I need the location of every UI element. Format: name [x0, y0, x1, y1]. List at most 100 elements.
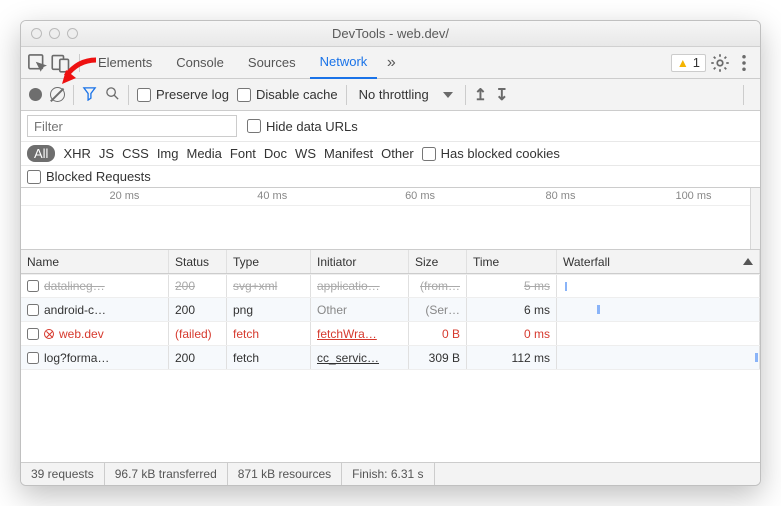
hide-data-urls-checkbox[interactable]: Hide data URLs — [247, 119, 358, 134]
disable-cache-checkbox[interactable]: Disable cache — [237, 87, 338, 102]
row-type: fetch — [227, 322, 311, 345]
search-icon[interactable] — [105, 86, 120, 104]
row-checkbox[interactable] — [27, 328, 39, 340]
row-time: 6 ms — [467, 298, 557, 321]
throttling-select[interactable]: No throttling — [355, 87, 457, 102]
disable-cache-label: Disable cache — [256, 87, 338, 102]
table-row[interactable]: datalineg… 200 svg+xml applicatio… (from… — [21, 274, 760, 298]
status-transferred: 96.7 kB transferred — [105, 463, 228, 485]
type-js[interactable]: JS — [99, 146, 114, 161]
row-waterfall — [557, 322, 760, 345]
col-size[interactable]: Size — [409, 250, 467, 273]
row-checkbox[interactable] — [27, 352, 39, 364]
row-size: 309 B — [409, 346, 467, 369]
tab-sources[interactable]: Sources — [238, 47, 306, 79]
row-initiator[interactable]: cc_servic… — [311, 346, 409, 369]
timeline-overview[interactable]: 20 ms 40 ms 60 ms 80 ms 100 ms — [21, 188, 760, 250]
table-row[interactable]: android-c… 200 png Other (Ser… 6 ms — [21, 298, 760, 322]
tab-bar: Elements Console Sources Network » ▲ 1 — [21, 47, 760, 79]
col-name[interactable]: Name — [21, 250, 169, 273]
clear-button[interactable] — [50, 87, 65, 102]
device-mode-icon[interactable] — [51, 53, 71, 73]
row-time: 112 ms — [467, 346, 557, 369]
kebab-menu-icon[interactable] — [734, 53, 754, 73]
type-xhr[interactable]: XHR — [63, 146, 90, 161]
table-row[interactable]: log?forma… 200 fetch cc_servic… 309 B 11… — [21, 346, 760, 370]
settings-icon[interactable] — [710, 53, 730, 73]
col-waterfall[interactable]: Waterfall — [557, 250, 760, 273]
timeline-tick: 20 ms — [109, 190, 139, 202]
row-size: 0 B — [409, 322, 467, 345]
status-bar: 39 requests 96.7 kB transferred 871 kB r… — [21, 463, 760, 485]
row-initiator: Other — [311, 298, 409, 321]
titlebar: DevTools - web.dev/ — [21, 21, 760, 47]
type-filter-row: All XHR JS CSS Img Media Font Doc WS Man… — [21, 142, 760, 166]
preserve-log-label: Preserve log — [156, 87, 229, 102]
type-font[interactable]: Font — [230, 146, 256, 161]
tab-elements[interactable]: Elements — [88, 47, 162, 79]
row-waterfall — [557, 298, 760, 321]
row-status: 200 — [169, 346, 227, 369]
row-type: png — [227, 298, 311, 321]
sort-asc-icon — [743, 258, 753, 265]
timeline-scroll[interactable] — [750, 188, 760, 249]
warning-icon: ▲ — [677, 56, 689, 70]
warnings-badge[interactable]: ▲ 1 — [671, 54, 706, 72]
type-other[interactable]: Other — [381, 146, 414, 161]
more-tabs-icon[interactable]: » — [381, 53, 401, 73]
has-blocked-label: Has blocked cookies — [441, 146, 560, 161]
status-resources: 871 kB resources — [228, 463, 342, 485]
col-status[interactable]: Status — [169, 250, 227, 273]
row-time: 0 ms — [467, 322, 557, 345]
type-css[interactable]: CSS — [122, 146, 149, 161]
window-title: DevTools - web.dev/ — [21, 26, 760, 41]
hide-data-urls-label: Hide data URLs — [266, 119, 358, 134]
blocked-requests-checkbox[interactable]: Blocked Requests — [27, 169, 754, 184]
type-ws[interactable]: WS — [295, 146, 316, 161]
row-size: (Ser… — [409, 298, 467, 321]
col-time[interactable]: Time — [467, 250, 557, 273]
error-icon — [44, 329, 54, 339]
record-button[interactable] — [29, 88, 42, 101]
row-checkbox[interactable] — [27, 304, 39, 316]
type-img[interactable]: Img — [157, 146, 179, 161]
col-type[interactable]: Type — [227, 250, 311, 273]
col-initiator[interactable]: Initiator — [311, 250, 409, 273]
network-toolbar: Preserve log Disable cache No throttling… — [21, 79, 760, 111]
row-waterfall — [557, 346, 760, 369]
status-finish: Finish: 6.31 s — [342, 463, 434, 485]
type-manifest[interactable]: Manifest — [324, 146, 373, 161]
status-requests: 39 requests — [21, 463, 105, 485]
chevron-down-icon — [443, 92, 453, 98]
has-blocked-cookies-checkbox[interactable]: Has blocked cookies — [422, 146, 560, 161]
row-type: fetch — [227, 346, 311, 369]
filter-row: Hide data URLs — [21, 111, 760, 142]
upload-har-icon[interactable]: ↥ — [474, 85, 487, 105]
timeline-tick: 40 ms — [257, 190, 287, 202]
row-name: web.dev — [59, 327, 104, 341]
timeline-tick: 60 ms — [405, 190, 435, 202]
filter-input[interactable] — [27, 115, 237, 137]
row-checkbox[interactable] — [27, 280, 39, 292]
row-status: (failed) — [169, 322, 227, 345]
type-all[interactable]: All — [27, 145, 55, 162]
warnings-count: 1 — [693, 55, 700, 70]
blocked-requests-label: Blocked Requests — [46, 169, 151, 184]
row-initiator[interactable]: fetchWra… — [311, 322, 409, 345]
row-status: 200 — [169, 298, 227, 321]
filter-icon[interactable] — [82, 86, 97, 104]
type-media[interactable]: Media — [186, 146, 221, 161]
table-row[interactable]: web.dev (failed) fetch fetchWra… 0 B 0 m… — [21, 322, 760, 346]
inspect-icon[interactable] — [27, 53, 47, 73]
row-name: log?forma… — [44, 351, 109, 365]
requests-table: Name Status Type Initiator Size Time Wat… — [21, 250, 760, 463]
preserve-log-checkbox[interactable]: Preserve log — [137, 87, 229, 102]
tab-network[interactable]: Network — [310, 47, 378, 79]
throttling-value: No throttling — [359, 87, 429, 102]
timeline-tick: 100 ms — [675, 190, 711, 202]
tab-console[interactable]: Console — [166, 47, 234, 79]
timeline-tick: 80 ms — [545, 190, 575, 202]
download-har-icon[interactable]: ↧ — [495, 85, 508, 105]
table-header: Name Status Type Initiator Size Time Wat… — [21, 250, 760, 274]
type-doc[interactable]: Doc — [264, 146, 287, 161]
